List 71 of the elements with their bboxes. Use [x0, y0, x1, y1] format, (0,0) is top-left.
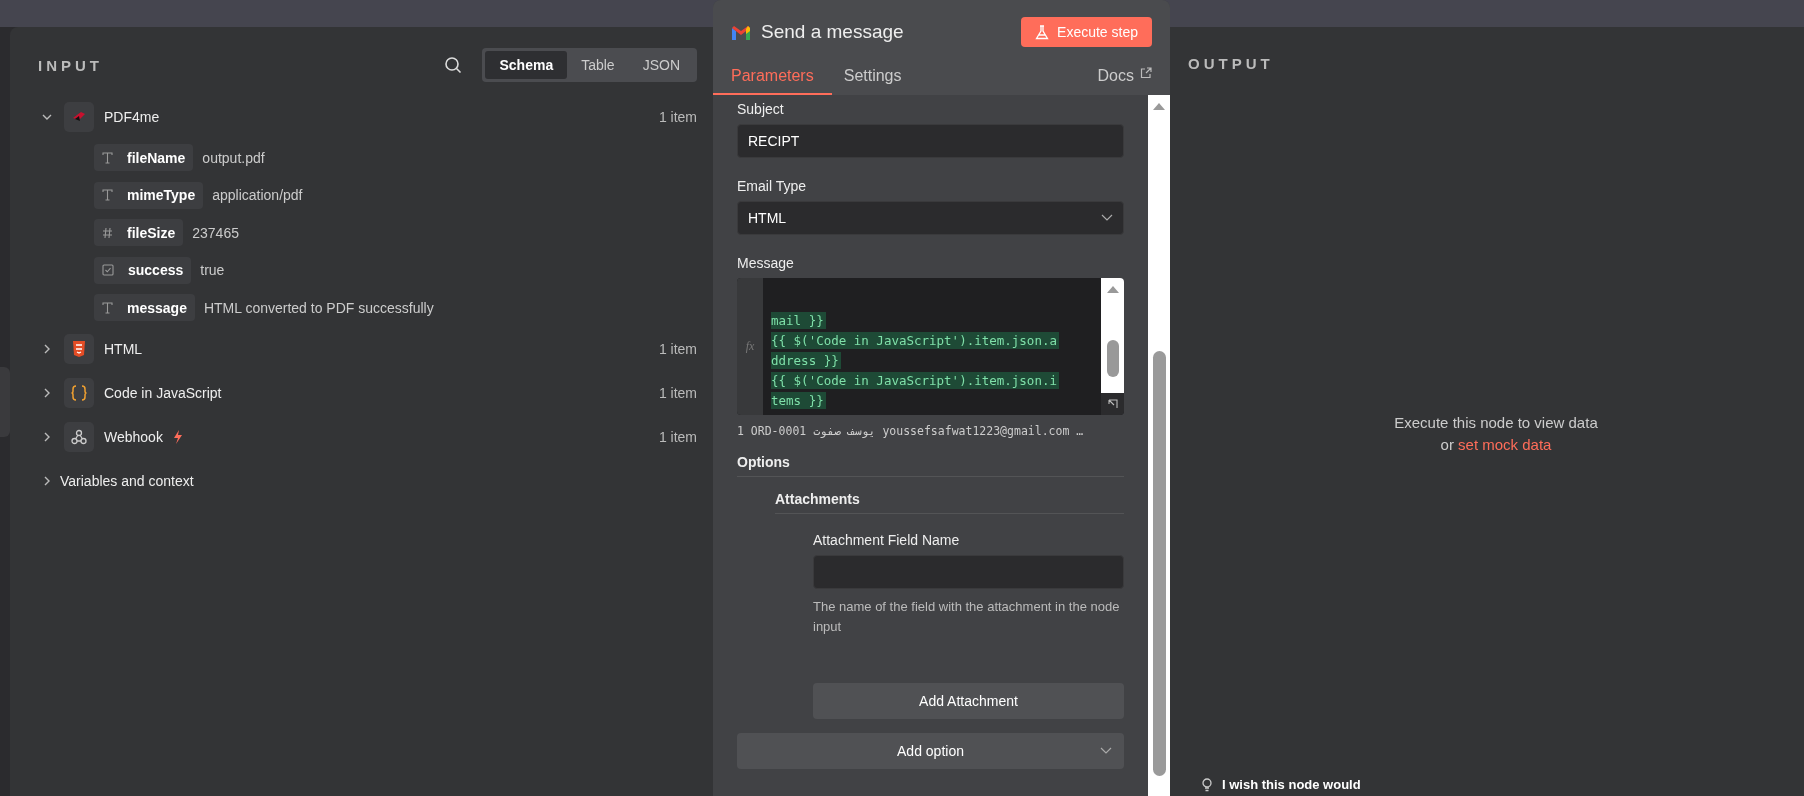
- braces-icon: [64, 377, 94, 408]
- item-count: 1 item: [658, 109, 697, 125]
- field-value: application/pdf: [212, 187, 303, 204]
- field-key[interactable]: fileName: [94, 144, 194, 172]
- field-label: Message: [737, 255, 795, 271]
- add-option-button[interactable]: Add option: [737, 733, 1124, 769]
- scrollbar-thumb[interactable]: [1106, 340, 1119, 377]
- expression-preview: 1 ORD-0001 يوسف صفوت youssefsafwat1223@gmail.com …: [737, 424, 1085, 438]
- chevron-right-icon[interactable]: [42, 475, 52, 486]
- field-label: Subject: [737, 101, 785, 117]
- item-count: 1 item: [658, 384, 697, 401]
- scroll-up-icon[interactable]: [1105, 284, 1120, 294]
- field-label: Attachment Field Name: [813, 532, 961, 548]
- chevron-down-icon: [1100, 747, 1112, 755]
- mail-logo-icon: [731, 24, 751, 40]
- chevron-right-icon[interactable]: [42, 431, 52, 442]
- view-tab[interactable]: Table: [567, 51, 629, 79]
- panel-title: INPUT: [38, 56, 104, 74]
- panel-title: OUTPUT: [1188, 55, 1274, 72]
- chevron-right-icon[interactable]: [42, 387, 52, 398]
- search-icon[interactable]: [444, 56, 463, 74]
- checkbox-icon: [102, 264, 114, 277]
- hash-icon: [102, 226, 113, 239]
- set-mock-data-link[interactable]: set mock data: [1458, 436, 1552, 453]
- scrollbar[interactable]: [1148, 95, 1170, 796]
- node-name[interactable]: Webhook: [104, 428, 163, 445]
- lightning-icon: [172, 429, 183, 444]
- field-hint: The name of the field with the attachment in the node input: [813, 598, 1121, 636]
- text-type-icon: [102, 189, 113, 202]
- expression-editor[interactable]: fx mail }} {{ $('Code in JavaScript').item.json.a ddress }} {{ $('Code in JavaScript').item.json.i tems }}: [737, 278, 1124, 415]
- add-attachment-button[interactable]: Add Attachment: [813, 683, 1124, 719]
- node-name[interactable]: Code in JavaScript: [104, 384, 222, 401]
- email-type-select[interactable]: HTML: [737, 201, 1124, 235]
- scroll-up-icon[interactable]: [1152, 101, 1166, 111]
- chevron-right-icon[interactable]: [42, 343, 52, 354]
- field-key[interactable]: message: [94, 294, 195, 322]
- lightbulb-icon: [1202, 777, 1212, 792]
- docs-link[interactable]: Docs: [1097, 67, 1152, 95]
- field-key[interactable]: success: [94, 256, 192, 284]
- field-value: true: [200, 262, 225, 279]
- node-name[interactable]: HTML: [104, 340, 143, 357]
- item-count: 1 item: [658, 428, 697, 445]
- item-count: 1 item: [658, 340, 697, 357]
- node-name[interactable]: PDF4me: [104, 109, 160, 125]
- field-key[interactable]: fileSize: [94, 219, 184, 247]
- field-value: output.pdf: [202, 149, 265, 166]
- text-type-icon: [102, 301, 113, 314]
- expand-icon[interactable]: [1101, 393, 1124, 415]
- node-title: Send a message: [761, 21, 905, 43]
- variables-label[interactable]: Variables and context: [60, 472, 194, 489]
- empty-message: Execute this node to view data or set mock data: [1393, 413, 1599, 455]
- feedback-text[interactable]: I wish this node would: [1222, 777, 1361, 792]
- chevron-down-icon: [1101, 214, 1113, 222]
- field-value: 237465: [192, 224, 239, 241]
- section-title: Options: [737, 438, 1124, 477]
- html-icon: [64, 333, 94, 364]
- flask-icon: [1035, 24, 1050, 40]
- subject-input[interactable]: RECIPT: [737, 124, 1124, 158]
- fx-icon: fx: [745, 339, 755, 354]
- text-type-icon: [102, 151, 113, 164]
- section-title: Attachments: [775, 477, 1124, 514]
- view-tab[interactable]: JSON: [628, 51, 694, 79]
- pdf-logo-icon: [64, 102, 94, 132]
- field-value: HTML converted to PDF successfully: [203, 299, 434, 316]
- webhook-icon: [64, 421, 94, 452]
- attachment-field-input[interactable]: [813, 555, 1124, 589]
- chevron-down-icon[interactable]: [42, 112, 52, 122]
- field-label: Email Type: [737, 178, 807, 194]
- field-key[interactable]: mimeType: [94, 181, 204, 209]
- external-link-icon: [1140, 67, 1152, 79]
- view-tab[interactable]: Schema: [485, 51, 568, 79]
